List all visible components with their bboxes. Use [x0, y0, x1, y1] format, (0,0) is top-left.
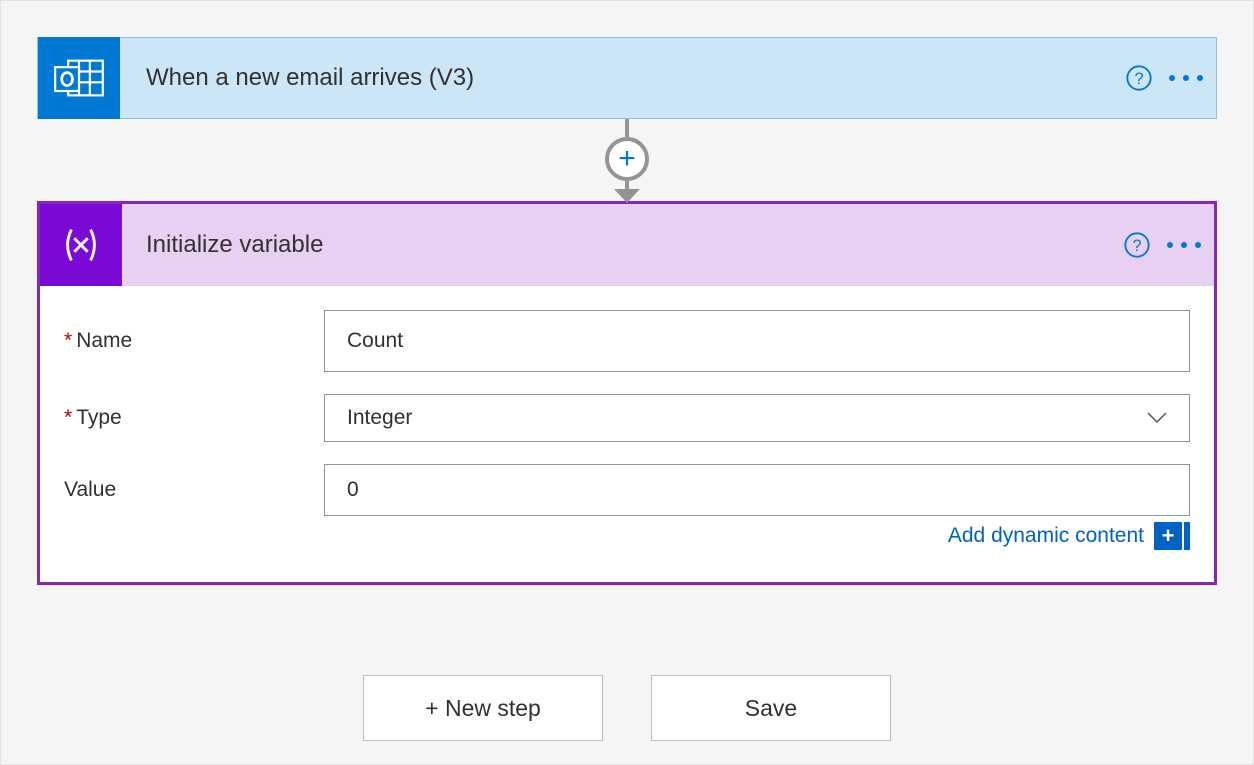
footer: + New step Save: [37, 675, 1217, 741]
variable-icon: [40, 204, 122, 286]
more-icon[interactable]: [1154, 242, 1214, 248]
more-icon[interactable]: [1156, 75, 1216, 81]
insert-step-button[interactable]: +: [605, 137, 649, 181]
save-button[interactable]: Save: [651, 675, 891, 741]
type-select[interactable]: Integer: [324, 394, 1190, 442]
value-input[interactable]: [324, 464, 1190, 516]
trigger-title: When a new email arrives (V3): [146, 64, 1122, 92]
connector: +: [37, 119, 1217, 201]
help-icon[interactable]: ?: [1122, 61, 1156, 95]
value-label: Value: [64, 478, 324, 502]
help-icon[interactable]: ?: [1120, 228, 1154, 262]
action-header[interactable]: Initialize variable ?: [40, 204, 1214, 286]
type-value: Integer: [347, 406, 412, 430]
name-input[interactable]: [324, 310, 1190, 372]
svg-text:?: ?: [1134, 70, 1143, 88]
action-card: Initialize variable ? *Name *Type Intege…: [37, 201, 1217, 585]
svg-text:?: ?: [1132, 237, 1141, 255]
chevron-down-icon: [1147, 408, 1167, 429]
type-label: *Type: [64, 406, 324, 430]
new-step-button[interactable]: + New step: [363, 675, 603, 741]
add-dynamic-content-link[interactable]: Add dynamic content: [948, 524, 1144, 548]
action-body: *Name *Type Integer Value Add dynamic co…: [40, 286, 1214, 582]
designer-canvas: When a new email arrives (V3) ? + Initia…: [0, 0, 1254, 765]
name-label: *Name: [64, 329, 324, 353]
action-title: Initialize variable: [146, 231, 1120, 259]
dyn-bar: [1184, 522, 1190, 550]
outlook-icon: [38, 37, 120, 119]
plus-icon[interactable]: +: [1154, 522, 1182, 550]
trigger-card[interactable]: When a new email arrives (V3) ?: [37, 37, 1217, 119]
